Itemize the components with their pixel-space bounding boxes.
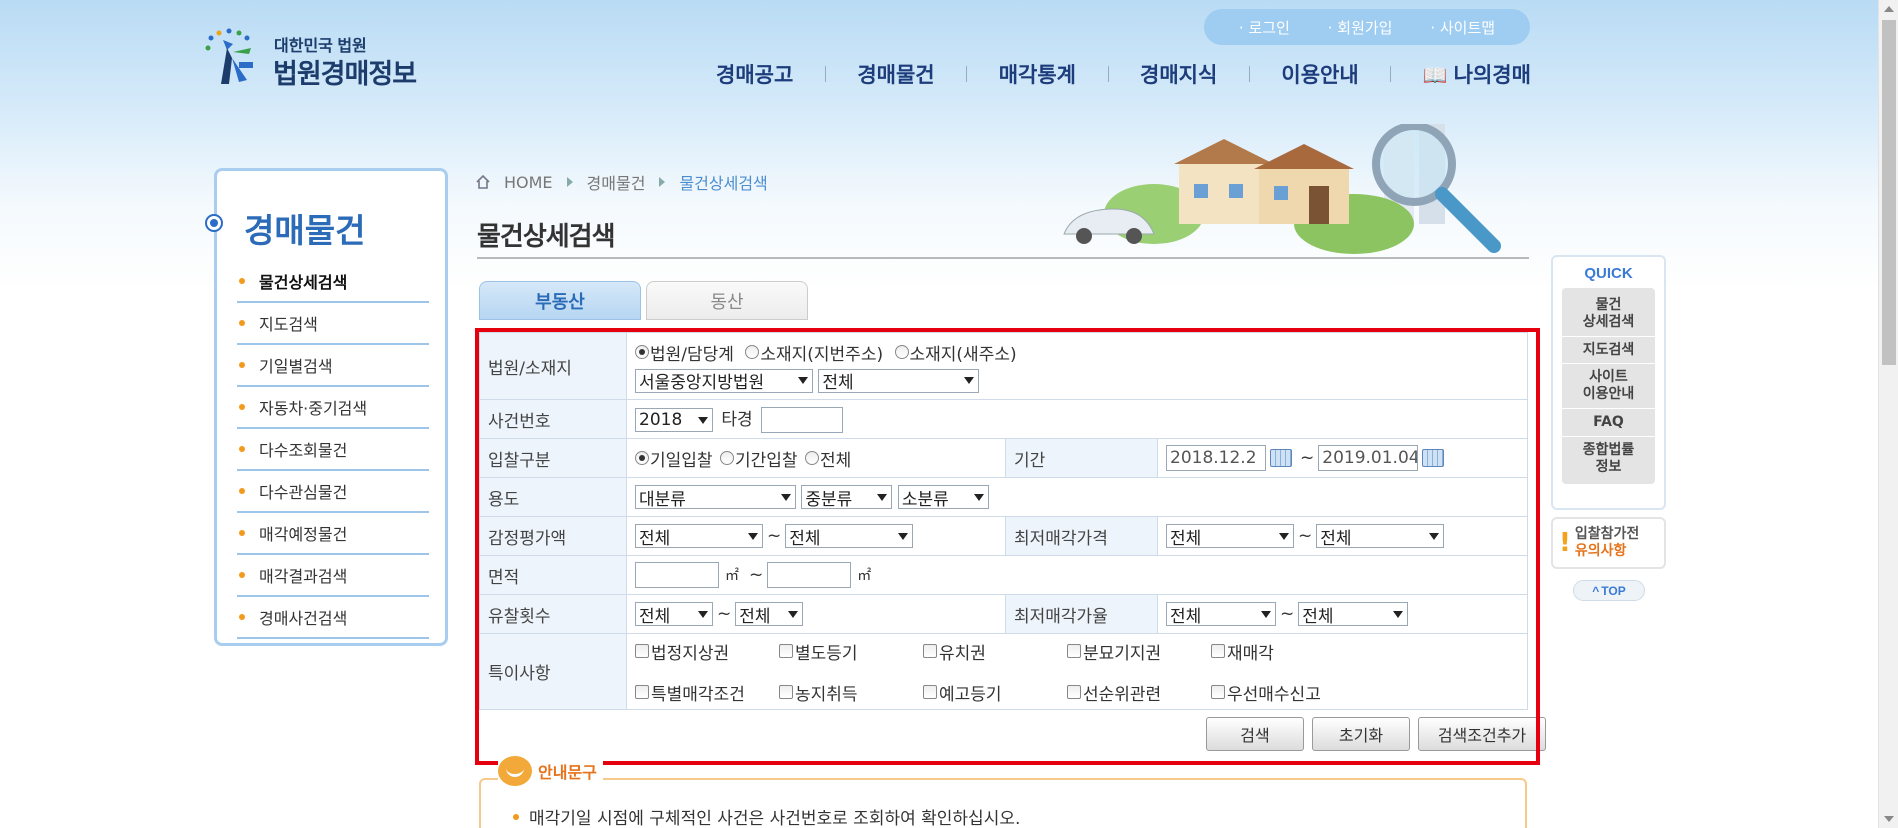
bid-precautions-text: 입찰참가전 유의사항 <box>1575 526 1639 561</box>
nav-sale-stats[interactable]: 매각통계 <box>999 59 1076 89</box>
page-title: 물건상세검색 <box>477 222 616 252</box>
bid-precautions-line2: 유의사항 <box>1574 543 1627 559</box>
breadcrumb-level1[interactable]: 경매물건 <box>587 170 646 194</box>
side-menu-item-most-interest[interactable]: 다수관심물건 <box>237 471 429 513</box>
nav-my-auction-label: 나의경매 <box>1453 63 1531 87</box>
scroll-down-icon[interactable] <box>1884 816 1894 822</box>
site-logo[interactable]: 대한민국 법원 법원경매정보 <box>203 24 423 89</box>
login-link[interactable]: 로그인 <box>1239 17 1289 38</box>
breadcrumb-current: 물건상세검색 <box>679 174 768 193</box>
quick-item-legal-info[interactable]: 종합법률 정보 <box>1562 437 1655 481</box>
vertical-scrollbar[interactable] <box>1878 0 1898 828</box>
side-menu-title: 경매물건 <box>244 212 366 249</box>
side-menu-item-most-viewed[interactable]: 다수조회물건 <box>237 429 429 471</box>
top-button-label: TOP <box>1601 583 1626 598</box>
exclamation-icon: ! <box>1559 528 1571 558</box>
side-menu-item-date-search[interactable]: 기일별검색 <box>237 345 429 387</box>
court-emblem-icon <box>205 28 253 84</box>
logo-title: 법원경매정보 <box>273 59 417 89</box>
nav-divider <box>824 66 826 82</box>
signup-link[interactable]: 회원가입 <box>1328 17 1392 38</box>
tab-real-estate[interactable]: 부동산 <box>479 281 641 320</box>
side-menu-item-detail-search[interactable]: 물건상세검색 <box>237 261 429 303</box>
quick-item-site-guide[interactable]: 사이트 이용안내 <box>1562 364 1655 409</box>
quick-title: QUICK <box>1584 265 1633 282</box>
nav-divider <box>966 66 968 82</box>
breadcrumb-home[interactable]: HOME <box>504 173 553 192</box>
nav-auction-notice[interactable]: 경매공고 <box>716 59 793 89</box>
nav-divider <box>1248 66 1250 82</box>
quick-item-map-search[interactable]: 지도검색 <box>1562 337 1655 365</box>
utility-links: 로그인 회원가입 사이트맵 <box>1204 9 1530 45</box>
notice-badge: 안내문구 <box>498 756 603 786</box>
notice-text: 매각기일 시점에 구체적인 사건은 사건번호로 조회하여 확인하십시오. <box>513 804 1020 828</box>
section-bullet-icon <box>205 214 223 232</box>
home-icon <box>476 175 490 189</box>
nav-usage-guide[interactable]: 이용안내 <box>1281 59 1358 89</box>
nav-auction-items[interactable]: 경매물건 <box>857 59 934 89</box>
scroll-up-icon[interactable] <box>1884 6 1894 12</box>
chevron-up-icon: ^ <box>1592 583 1600 598</box>
breadcrumb-arrow-icon <box>659 177 666 187</box>
scroll-thumb[interactable] <box>1882 20 1896 365</box>
nav-divider <box>1390 66 1392 82</box>
sitemap-link[interactable]: 사이트맵 <box>1430 17 1495 38</box>
speech-bubble-icon <box>498 756 532 786</box>
nav-my-auction[interactable]: 📖 나의경매 <box>1423 59 1531 89</box>
quick-menu: QUICK 물건 상세검색 지도검색 사이트 이용안내 FAQ 종합법률 정보 <box>1551 255 1666 510</box>
quick-item-detail-search[interactable]: 물건 상세검색 <box>1562 292 1655 337</box>
quick-item-faq[interactable]: FAQ <box>1562 409 1655 437</box>
nav-auction-knowledge[interactable]: 경매지식 <box>1140 59 1217 89</box>
side-menu: 경매물건 물건상세검색 지도검색 기일별검색 자동차·중기검색 다수조회물건 다… <box>205 168 448 646</box>
nav-divider <box>1107 66 1109 82</box>
book-icon: 📖 <box>1422 63 1448 87</box>
tab-movable-property[interactable]: 동산 <box>646 281 808 320</box>
bid-precautions-line1: 입찰참가전 <box>1574 525 1640 542</box>
top-button[interactable]: ^ TOP <box>1573 580 1645 601</box>
side-menu-item-scheduled[interactable]: 매각예정물건 <box>237 513 429 555</box>
side-menu-item-case-search[interactable]: 경매사건검색 <box>237 597 429 639</box>
highlight-box <box>475 328 1540 765</box>
breadcrumb-arrow-icon <box>566 177 573 187</box>
side-menu-item-map-search[interactable]: 지도검색 <box>237 303 429 345</box>
bid-precautions-link[interactable]: ! 입찰참가전 유의사항 <box>1551 517 1666 569</box>
side-menu-item-results[interactable]: 매각결과검색 <box>237 555 429 597</box>
side-menu-item-vehicle-search[interactable]: 자동차·중기검색 <box>237 387 429 429</box>
notice-box: 안내문구 매각기일 시점에 구체적인 사건은 사건번호로 조회하여 확인하십시오… <box>479 756 1527 828</box>
breadcrumb: HOME 경매물건 물건상세검색 <box>476 170 768 194</box>
house-magnifier-illustration <box>1063 124 1501 254</box>
notice-badge-label: 안내문구 <box>538 763 597 782</box>
main-navigation: 경매공고 경매물건 매각통계 경매지식 이용안내 📖 나의경매 <box>716 56 1531 92</box>
